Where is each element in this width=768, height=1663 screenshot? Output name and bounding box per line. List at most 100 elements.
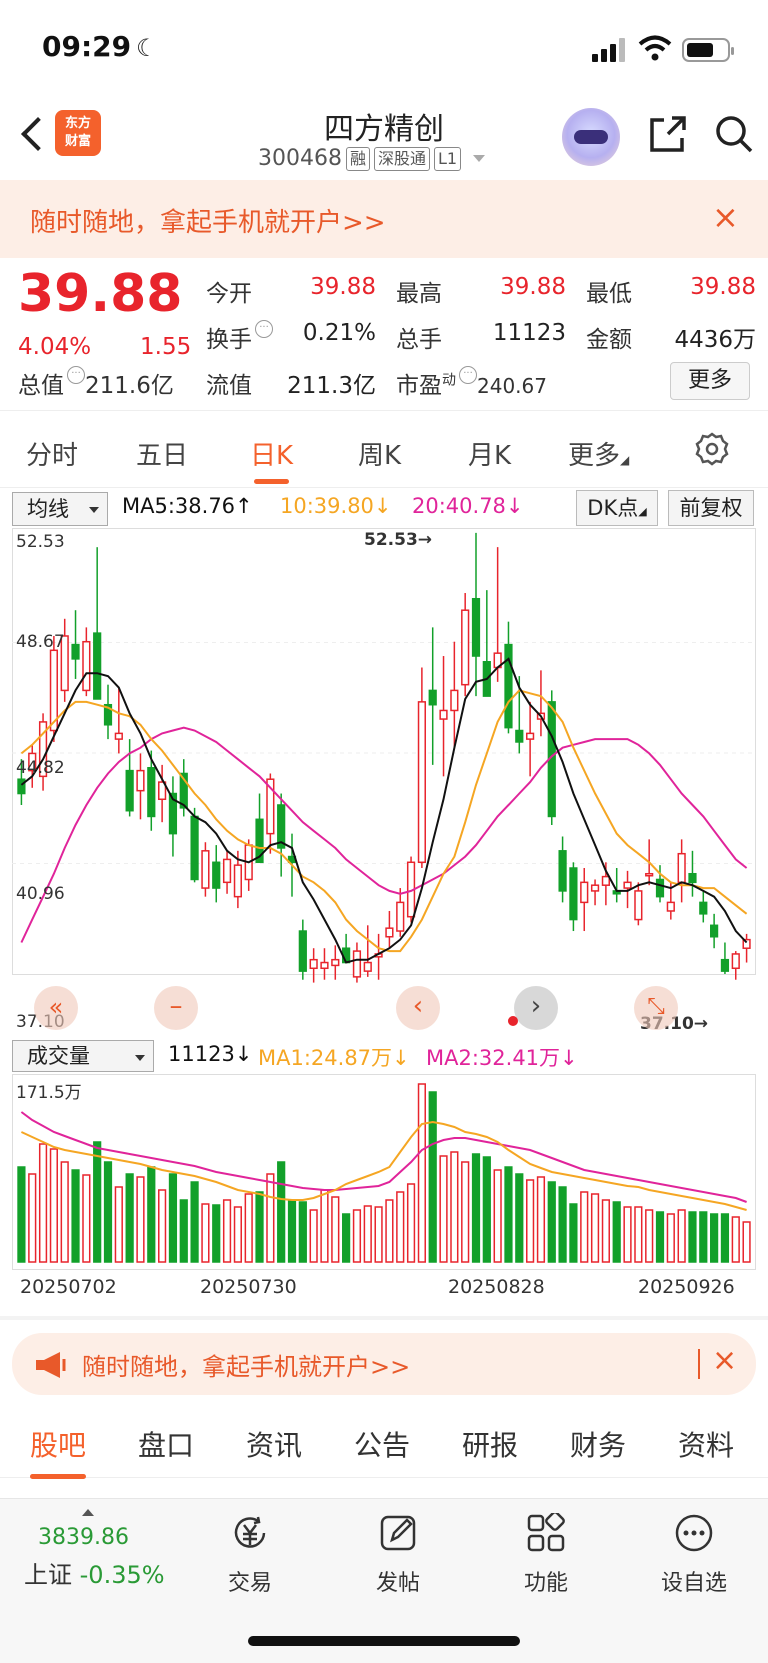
tab-weekly-k[interactable]: 周K <box>358 435 401 472</box>
volume-bar <box>493 1169 502 1263</box>
post-button[interactable]: 发帖 <box>348 1513 448 1597</box>
candle-body <box>439 709 448 720</box>
search-icon[interactable] <box>714 114 754 154</box>
megaphone-icon <box>36 1352 66 1378</box>
zoom-out-button[interactable]: – <box>154 986 198 1030</box>
candle-body <box>580 881 589 904</box>
date-tick-label: 20250702 <box>20 1276 117 1298</box>
candle-body <box>136 769 145 792</box>
volume-bar <box>699 1211 708 1263</box>
trade-label: 交易 <box>227 1571 272 1596</box>
candle-body <box>558 850 567 892</box>
volume-bar <box>320 1189 329 1263</box>
volume-bar <box>17 1166 26 1263</box>
candle-body <box>526 732 535 740</box>
volume-bar <box>590 1193 600 1263</box>
date-tick-label: 20250730 <box>200 1276 297 1298</box>
tab-monthly-k[interactable]: 月K <box>468 435 511 472</box>
more-button[interactable]: 更多 <box>670 362 750 400</box>
index-value[interactable]: 3839.86 <box>38 1525 129 1550</box>
yen-icon <box>234 1516 266 1548</box>
high-label: 最高 <box>396 281 442 307</box>
volume-bar <box>580 1191 589 1263</box>
candle-body <box>17 778 26 795</box>
tab-five-day[interactable]: 五日 <box>136 435 188 472</box>
trade-button[interactable]: 交易 <box>200 1513 300 1597</box>
wifi-icon <box>638 35 672 61</box>
volume-bar <box>645 1209 654 1263</box>
close-icon[interactable]: × <box>712 1343 737 1378</box>
candle-body <box>309 958 318 970</box>
stock-code-row[interactable]: 300468 融 深股通 L1 <box>258 146 486 171</box>
post-label: 发帖 <box>375 1571 420 1596</box>
volume-chart[interactable] <box>12 1074 756 1270</box>
candle-body <box>590 884 600 892</box>
tab-more[interactable]: 更多◢ <box>568 435 629 472</box>
dk-point-button[interactable]: DK点◢ <box>576 490 658 526</box>
tab-forum[interactable]: 股吧 <box>30 1424 87 1479</box>
next-button[interactable]: › <box>514 986 558 1030</box>
candle-body <box>677 852 686 884</box>
tab-profile[interactable]: 资料 <box>678 1424 734 1464</box>
adjust-button[interactable]: 前复权 <box>668 490 754 526</box>
prev-button[interactable]: ‹ <box>396 986 440 1030</box>
volume-bar <box>526 1179 535 1263</box>
tab-daily-k[interactable]: 日K <box>250 435 293 484</box>
y-tick-label: 48.67 <box>16 632 65 652</box>
candle-body <box>363 961 372 972</box>
candle-body <box>190 815 199 881</box>
gear-icon[interactable] <box>694 431 730 467</box>
tab-orderbook[interactable]: 盘口 <box>138 1424 194 1464</box>
connect-tag: 深股通 <box>374 146 431 171</box>
share-icon[interactable] <box>648 114 688 154</box>
high-value: 39.88 <box>500 274 566 300</box>
tab-finance[interactable]: 财务 <box>570 1424 626 1464</box>
status-bar: 09:29 ☾ <box>0 0 768 96</box>
last-price: 39.88 <box>18 264 183 324</box>
close-icon[interactable]: × <box>712 198 739 236</box>
info-icon[interactable]: ··· <box>459 366 477 384</box>
add-watchlist-button[interactable]: 设自选 <box>644 1513 744 1597</box>
chevron-down-icon <box>473 155 486 162</box>
volume-bar <box>363 1205 372 1263</box>
volume-bar <box>147 1166 156 1263</box>
tab-announcements[interactable]: 公告 <box>354 1424 410 1464</box>
candle-body <box>461 609 470 686</box>
tab-research[interactable]: 研报 <box>462 1424 518 1464</box>
signal-icon <box>592 38 626 62</box>
tab-intraday[interactable]: 分时 <box>26 435 78 472</box>
info-icon[interactable]: ··· <box>67 366 85 384</box>
open-account-banner-2[interactable]: 随时随地，拿起手机就开户>> × <box>12 1333 756 1395</box>
volume-bar <box>244 1193 253 1263</box>
float-cap-value: 211.3亿 <box>287 373 376 399</box>
candle-body <box>655 878 665 898</box>
dot-indicator <box>508 1016 518 1026</box>
open-account-banner[interactable]: 随时随地，拿起手机就开户>> × <box>0 180 768 258</box>
volume-bar <box>536 1176 546 1263</box>
expand-icon[interactable]: ⤡ <box>634 986 678 1030</box>
candle-body <box>385 927 394 938</box>
more-circle-icon <box>675 1514 713 1552</box>
ai-assistant-icon[interactable] <box>562 108 620 166</box>
features-button[interactable]: 功能 <box>496 1511 596 1597</box>
candlestick-chart[interactable] <box>12 528 756 1034</box>
indicator-select[interactable]: 均线 <box>12 492 108 526</box>
volume-bar <box>309 1209 318 1263</box>
quote-panel: 39.88 4.04% 1.55 今开 39.88 最高 39.88 最低 39… <box>0 258 768 410</box>
index-name[interactable]: 上证 -0.35% <box>24 1555 165 1590</box>
info-icon[interactable]: ··· <box>255 320 273 338</box>
high-marker: 52.53→ <box>364 530 433 550</box>
scroll-left-button[interactable]: « <box>34 986 78 1030</box>
candle-body <box>201 850 210 889</box>
volume-bar <box>666 1213 675 1263</box>
volume-bar <box>49 1148 58 1263</box>
volume-select[interactable]: 成交量 <box>12 1040 154 1072</box>
change-amount: 1.55 <box>140 334 192 360</box>
tab-news[interactable]: 资讯 <box>246 1424 302 1464</box>
float-cap-label: 流值 <box>206 373 252 399</box>
candle-body <box>634 890 643 921</box>
volume-bar <box>569 1203 578 1263</box>
volume-bar <box>461 1161 470 1263</box>
low-label: 最低 <box>586 281 632 307</box>
chevron-up-icon[interactable] <box>82 1509 94 1516</box>
